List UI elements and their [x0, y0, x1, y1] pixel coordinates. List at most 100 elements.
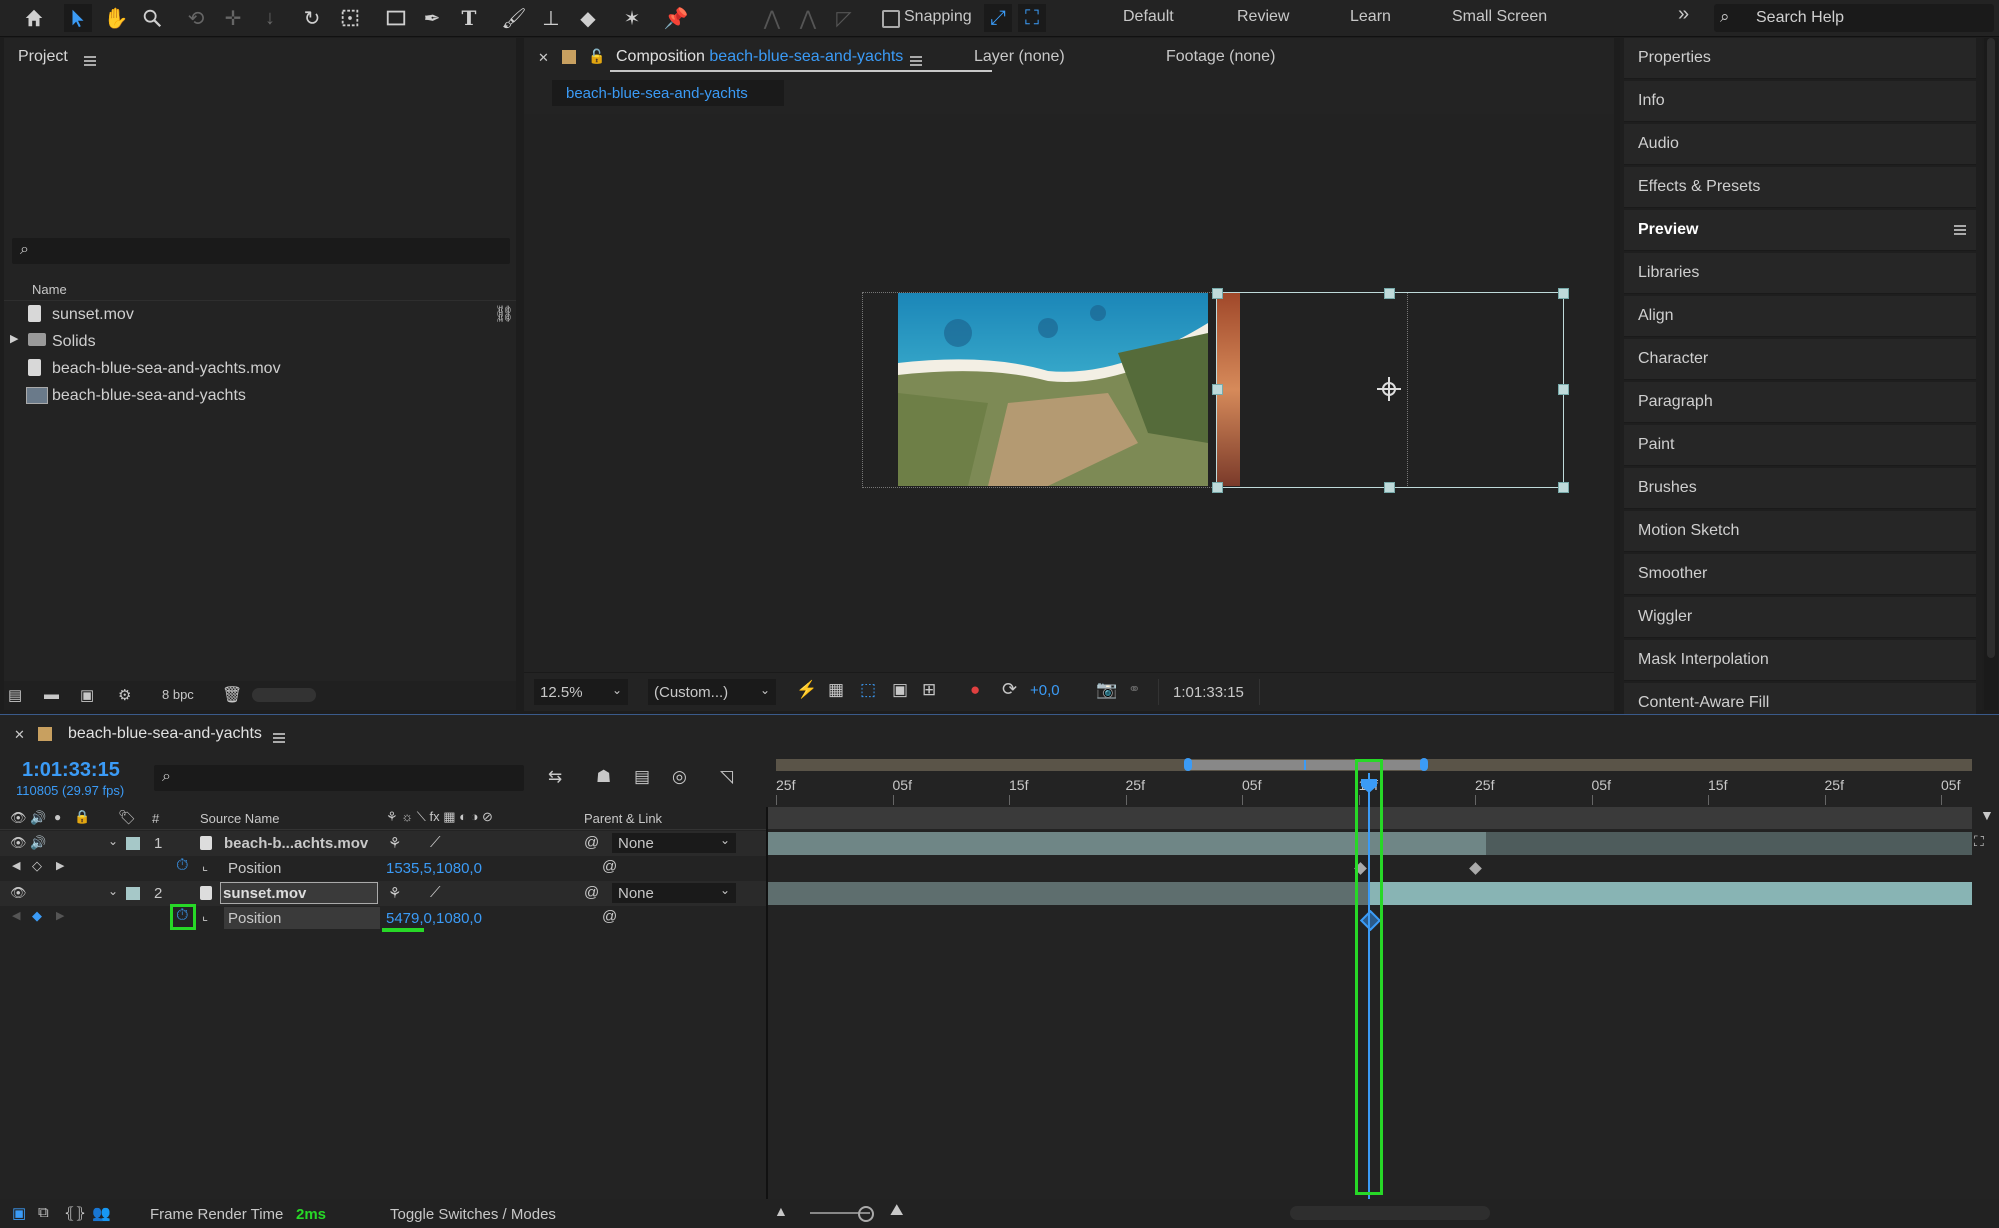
next-keyframe-icon[interactable]: ▶: [56, 909, 64, 922]
quality-switch-icon[interactable]: ⟋: [430, 884, 441, 901]
transform-handle[interactable]: [1384, 288, 1395, 299]
adjust-project-settings-icon[interactable]: ⚙: [118, 686, 131, 704]
comp-button-icon[interactable]: ▼: [1980, 807, 1994, 823]
project-item-beach-comp[interactable]: beach-blue-sea-and-yachts: [4, 383, 484, 410]
close-icon[interactable]: ✕: [538, 50, 549, 66]
axis-view-icon[interactable]: ◸: [830, 4, 858, 32]
axis-local-icon[interactable]: ⋀: [758, 4, 786, 32]
visibility-icon[interactable]: 👁: [10, 835, 27, 851]
toggle-switches-modes[interactable]: Toggle Switches / Modes: [390, 1206, 556, 1223]
transparency-grid-icon[interactable]: ▦: [828, 680, 844, 700]
parent-dropdown[interactable]: None ⌄: [612, 883, 736, 903]
property-row-position-1[interactable]: ◀ ◇ ▶ ⏱ ⌞ Position 1535,5,1080,0 @: [0, 856, 766, 881]
motion-blur-icon[interactable]: ◎: [672, 767, 687, 787]
layer-switches-icon[interactable]: ▣: [12, 1204, 26, 1222]
expression-pickwhip-icon[interactable]: @: [602, 908, 617, 925]
timeline-divider[interactable]: [766, 807, 768, 1228]
zoom-slider-thumb[interactable]: [858, 1206, 874, 1222]
zoom-dropdown[interactable]: 12.5% ⌄: [534, 679, 628, 705]
composition-tab[interactable]: Composition beach-blue-sea-and-yachts: [616, 48, 903, 66]
clone-stamp-icon[interactable]: ⊥: [537, 4, 565, 32]
footage-tab[interactable]: Footage (none): [1166, 48, 1275, 66]
lock-icon[interactable]: 🔓: [588, 48, 605, 65]
timeline-tab-label[interactable]: beach-blue-sea-and-yachts: [68, 725, 262, 743]
snap-features-icon[interactable]: ⛶: [1018, 4, 1046, 32]
layer-label-color[interactable]: [126, 887, 140, 900]
preview-menu-icon[interactable]: [1954, 225, 1966, 235]
reset-exposure-icon[interactable]: ⟳: [1002, 679, 1017, 700]
chevron-down-icon[interactable]: ⌄: [108, 884, 118, 898]
pan-camera-icon[interactable]: ✛: [219, 4, 247, 32]
dolly-camera-icon[interactable]: ↓: [256, 4, 284, 32]
flowchart-icon[interactable]: ⛓: [494, 304, 514, 324]
transform-handle[interactable]: [1558, 384, 1569, 395]
snapping-checkbox[interactable]: [882, 10, 900, 28]
mask-visibility-icon[interactable]: ⬚: [860, 680, 876, 700]
workspace-review[interactable]: Review: [1237, 8, 1289, 26]
property-row-position-2[interactable]: ◀ ◆ ▶ ⏱ ⌞ Position 5479,0,1080,0 @: [0, 904, 766, 932]
chevron-down-icon[interactable]: ⌄: [108, 834, 118, 848]
panel-wiggler[interactable]: Wiggler: [1624, 597, 1976, 638]
layer-row-2[interactable]: 👁 ⌄ 2 sunset.mov ⚘ ⟋ @ None ⌄: [0, 881, 766, 906]
transform-handle[interactable]: [1384, 482, 1395, 493]
panel-character[interactable]: Character: [1624, 339, 1976, 380]
project-item-solids[interactable]: ▶ Solids: [4, 329, 484, 356]
work-area-start-handle[interactable]: [1184, 758, 1192, 771]
more-workspaces-icon[interactable]: »: [1678, 3, 1689, 26]
panel-preview[interactable]: Preview: [1624, 210, 1976, 251]
property-value[interactable]: 5479,0,1080,0: [386, 910, 482, 927]
project-menu-icon[interactable]: [84, 56, 96, 66]
interpret-footage-icon[interactable]: ▤: [8, 686, 22, 704]
timeline-menu-icon[interactable]: [273, 733, 285, 743]
snap-edges-icon[interactable]: ⤢: [984, 4, 1012, 32]
in-out-icon[interactable]: ⦃⦄: [64, 1204, 86, 1222]
panel-paragraph[interactable]: Paragraph: [1624, 382, 1976, 423]
panel-effects-presets[interactable]: Effects & Presets: [1624, 167, 1976, 208]
layer-row-1[interactable]: 👁 🔊 ⌄ 1 beach-b...achts.mov ⚘ ⟋ @ None ⌄: [0, 831, 766, 856]
transform-handle[interactable]: [1558, 482, 1569, 493]
stopwatch-icon[interactable]: ⏱: [176, 907, 188, 925]
stopwatch-icon[interactable]: ⏱: [176, 857, 188, 875]
visibility-icon[interactable]: 👁: [10, 885, 27, 901]
label-color-swatch[interactable]: [562, 50, 576, 64]
panel-motion-sketch[interactable]: Motion Sketch: [1624, 511, 1976, 552]
shy-layers-icon[interactable]: ☗: [596, 767, 611, 787]
selection-tool-icon[interactable]: [64, 4, 92, 32]
new-folder-icon[interactable]: ▬: [44, 686, 59, 703]
project-item-sunset[interactable]: sunset.mov: [4, 302, 484, 329]
fast-previews-icon[interactable]: ⚡: [796, 680, 817, 700]
home-icon[interactable]: [20, 4, 48, 32]
work-area-range[interactable]: [1188, 760, 1424, 770]
transform-handle[interactable]: [1212, 384, 1223, 395]
layer-end-icon[interactable]: ⛶: [1974, 833, 1984, 850]
rectangle-tool-icon[interactable]: [382, 4, 410, 32]
next-keyframe-icon[interactable]: ▶: [56, 859, 64, 872]
panel-audio[interactable]: Audio: [1624, 124, 1976, 165]
panel-brushes[interactable]: Brushes: [1624, 468, 1976, 509]
axis-world-icon[interactable]: ⋀: [794, 4, 822, 32]
pickwhip-icon[interactable]: @: [584, 834, 599, 851]
comp-subtab[interactable]: beach-blue-sea-and-yachts: [552, 80, 784, 106]
chevron-right-icon[interactable]: ▶: [10, 332, 18, 345]
exposure-value[interactable]: +0,0: [1030, 682, 1060, 699]
timeline-search-input[interactable]: ⌕: [154, 765, 524, 791]
pen-tool-icon[interactable]: ✒: [418, 4, 446, 32]
project-scrollbar[interactable]: [252, 688, 316, 702]
label-color-swatch[interactable]: [38, 727, 52, 741]
audio-icon[interactable]: 🔊: [30, 835, 46, 851]
panel-paint[interactable]: Paint: [1624, 425, 1976, 466]
bpc-label[interactable]: 8 bpc: [162, 687, 194, 702]
prev-keyframe-icon[interactable]: ◀: [12, 909, 20, 922]
keyframe-active-icon[interactable]: ◆: [32, 908, 42, 924]
frame-blending-icon[interactable]: ▤: [634, 767, 650, 787]
zoom-out-icon[interactable]: ▲: [774, 1203, 788, 1219]
search-help-field[interactable]: ⌕ Search Help: [1714, 4, 1994, 32]
layer-name-edit[interactable]: sunset.mov: [220, 882, 378, 904]
resolution-dropdown[interactable]: (Custom...) ⌄: [648, 679, 776, 705]
comp-viewer[interactable]: [524, 114, 1614, 672]
expression-pickwhip-icon[interactable]: @: [602, 858, 617, 875]
panel-libraries[interactable]: Libraries: [1624, 253, 1976, 294]
timeline-current-time[interactable]: 1:01:33:15: [22, 759, 120, 782]
graph-icon[interactable]: ⌞: [202, 858, 208, 874]
time-stretch-icon[interactable]: 👥: [92, 1204, 111, 1222]
